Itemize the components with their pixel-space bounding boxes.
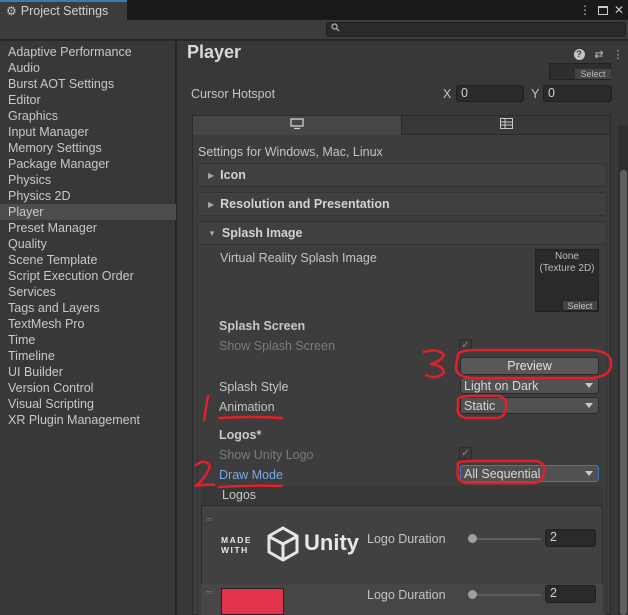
logos-header: Logos* [219,428,262,442]
drag-handle-icon[interactable]: ═ [206,514,212,524]
sidebar-item-memory-settings[interactable]: Memory Settings [0,140,176,156]
more-options-icon[interactable]: ⋮ [578,1,592,19]
sidebar-item-visual-scripting[interactable]: Visual Scripting [0,396,176,412]
platform-settings-label: Settings for Windows, Mac, Linux [198,145,383,159]
sidebar-item-time[interactable]: Time [0,332,176,348]
draw-mode-label: Draw Mode [219,468,283,482]
slider-knob[interactable] [468,590,477,599]
splash-screen-header: Splash Screen [219,319,306,333]
foldout-title: Splash Image [221,226,303,240]
logo-duration-label: Logo Duration [367,532,446,546]
window-title: Project Settings [20,4,109,18]
chevron-down-icon: ▼ [208,228,216,238]
tab-webgl[interactable] [401,116,610,135]
sidebar-item-audio[interactable]: Audio [0,60,176,76]
splash-style-label: Splash Style [219,380,289,394]
html5-grid-icon [499,118,513,132]
show-splash-checkbox[interactable]: ✓ [459,339,472,352]
maximize-icon[interactable] [596,1,610,19]
checkmark-icon: ✓ [461,340,470,351]
unity-cube-icon [266,526,300,565]
caret-down-icon [585,383,593,388]
icon-foldout[interactable]: ▶ Icon [197,163,607,187]
search-input[interactable] [326,22,626,37]
cursor-y-field[interactable]: 0 [543,85,612,102]
sidebar-item-package-manager[interactable]: Package Manager [0,156,176,172]
gear-icon: ⚙ [6,4,17,18]
slider-knob[interactable] [468,534,477,543]
chevron-right-icon: ▶ [208,170,215,180]
help-icon[interactable]: ? [572,47,586,61]
animation-dropdown[interactable]: Static [460,397,599,414]
dropdown-value: Static [464,398,496,413]
scrollbar-thumb[interactable] [620,170,627,615]
cursor-x-field[interactable]: 0 [456,85,524,102]
checkmark-icon: ✓ [461,448,470,459]
show-splash-label: Show Splash Screen [219,339,336,353]
sidebar-item-burst-aot-settings[interactable]: Burst AOT Settings [0,76,176,92]
sidebar-item-scene-template[interactable]: Scene Template [0,252,176,268]
logo-duration-slider[interactable] [473,538,541,540]
y-label: Y [531,87,540,101]
sidebar-item-ui-builder[interactable]: UI Builder [0,364,176,380]
cursor-select-button[interactable]: Select [575,69,611,79]
sidebar-item-quality[interactable]: Quality [0,236,176,252]
logo-duration-field[interactable]: 2 [545,585,596,603]
sidebar-item-services[interactable]: Services [0,284,176,300]
animation-label: Animation [219,400,275,414]
vr-texture-placeholder: None (Texture 2D) [539,251,595,274]
show-unity-logo-label: Show Unity Logo [219,448,314,462]
splash-image-foldout[interactable]: ▼ Splash Image [197,221,607,245]
sidebar-item-textmesh-pro[interactable]: TextMesh Pro [0,316,176,332]
sidebar-item-adaptive-performance[interactable]: Adaptive Performance [0,44,176,60]
caret-down-icon [585,471,593,476]
draw-mode-dropdown[interactable]: All Sequential [460,465,599,482]
sidebar-item-version-control[interactable]: Version Control [0,380,176,396]
close-icon[interactable]: ✕ [612,1,626,19]
drag-handle-icon[interactable]: ═ [206,587,212,597]
made-with-text: MADE WITH [221,535,253,555]
cursor-hotspot-label: Cursor Hotspot [191,87,276,101]
caret-down-icon [585,403,593,408]
more-options-icon[interactable]: ⋮ [611,47,625,61]
preview-button[interactable]: Preview [460,357,599,375]
sidebar-item-xr-plugin-management[interactable]: XR Plugin Management [0,412,176,428]
chevron-right-icon: ▶ [208,199,215,209]
show-unity-logo-checkbox[interactable]: ✓ [459,447,472,460]
sidebar-item-physics[interactable]: Physics [0,172,176,188]
logo-duration-label: Logo Duration [367,588,446,602]
sidebar-item-physics-2d[interactable]: Physics 2D [0,188,176,204]
window-tab[interactable]: ⚙ Project Settings [0,0,127,20]
sidebar-item-timeline[interactable]: Timeline [0,348,176,364]
sidebar-item-input-manager[interactable]: Input Manager [0,124,176,140]
tab-standalone[interactable] [193,116,401,135]
sidebar-item-player[interactable]: Player [0,204,176,220]
foldout-title: Icon [220,168,246,182]
monitor-icon [290,118,304,133]
x-label: X [443,87,452,101]
search-icon [331,23,341,35]
dropdown-value: Light on Dark [464,378,539,393]
logos-list-header: Logos [201,486,603,506]
sidebar-item-editor[interactable]: Editor [0,92,176,108]
sidebar-item-tags-and-layers[interactable]: Tags and Layers [0,300,176,316]
resolution-foldout[interactable]: ▶ Resolution and Presentation [197,192,607,216]
vr-splash-label: Virtual Reality Splash Image [220,251,377,265]
foldout-title: Resolution and Presentation [220,197,390,211]
sidebar-item-graphics[interactable]: Graphics [0,108,176,124]
logo-thumbnail[interactable] [221,588,284,615]
dropdown-value: All Sequential [464,466,541,481]
splash-style-dropdown[interactable]: Light on Dark [460,377,599,394]
sidebar-item-script-execution-order[interactable]: Script Execution Order [0,268,176,284]
sidebar-item-preset-manager[interactable]: Preset Manager [0,220,176,236]
unity-wordmark: Unity [304,530,359,555]
page-title: Player [187,42,242,62]
logo-duration-field[interactable]: 2 [545,529,596,547]
logo-duration-slider[interactable] [473,594,541,596]
preset-sliders-icon[interactable]: ⇄ [592,47,606,61]
vr-select-button[interactable]: Select [562,300,598,311]
